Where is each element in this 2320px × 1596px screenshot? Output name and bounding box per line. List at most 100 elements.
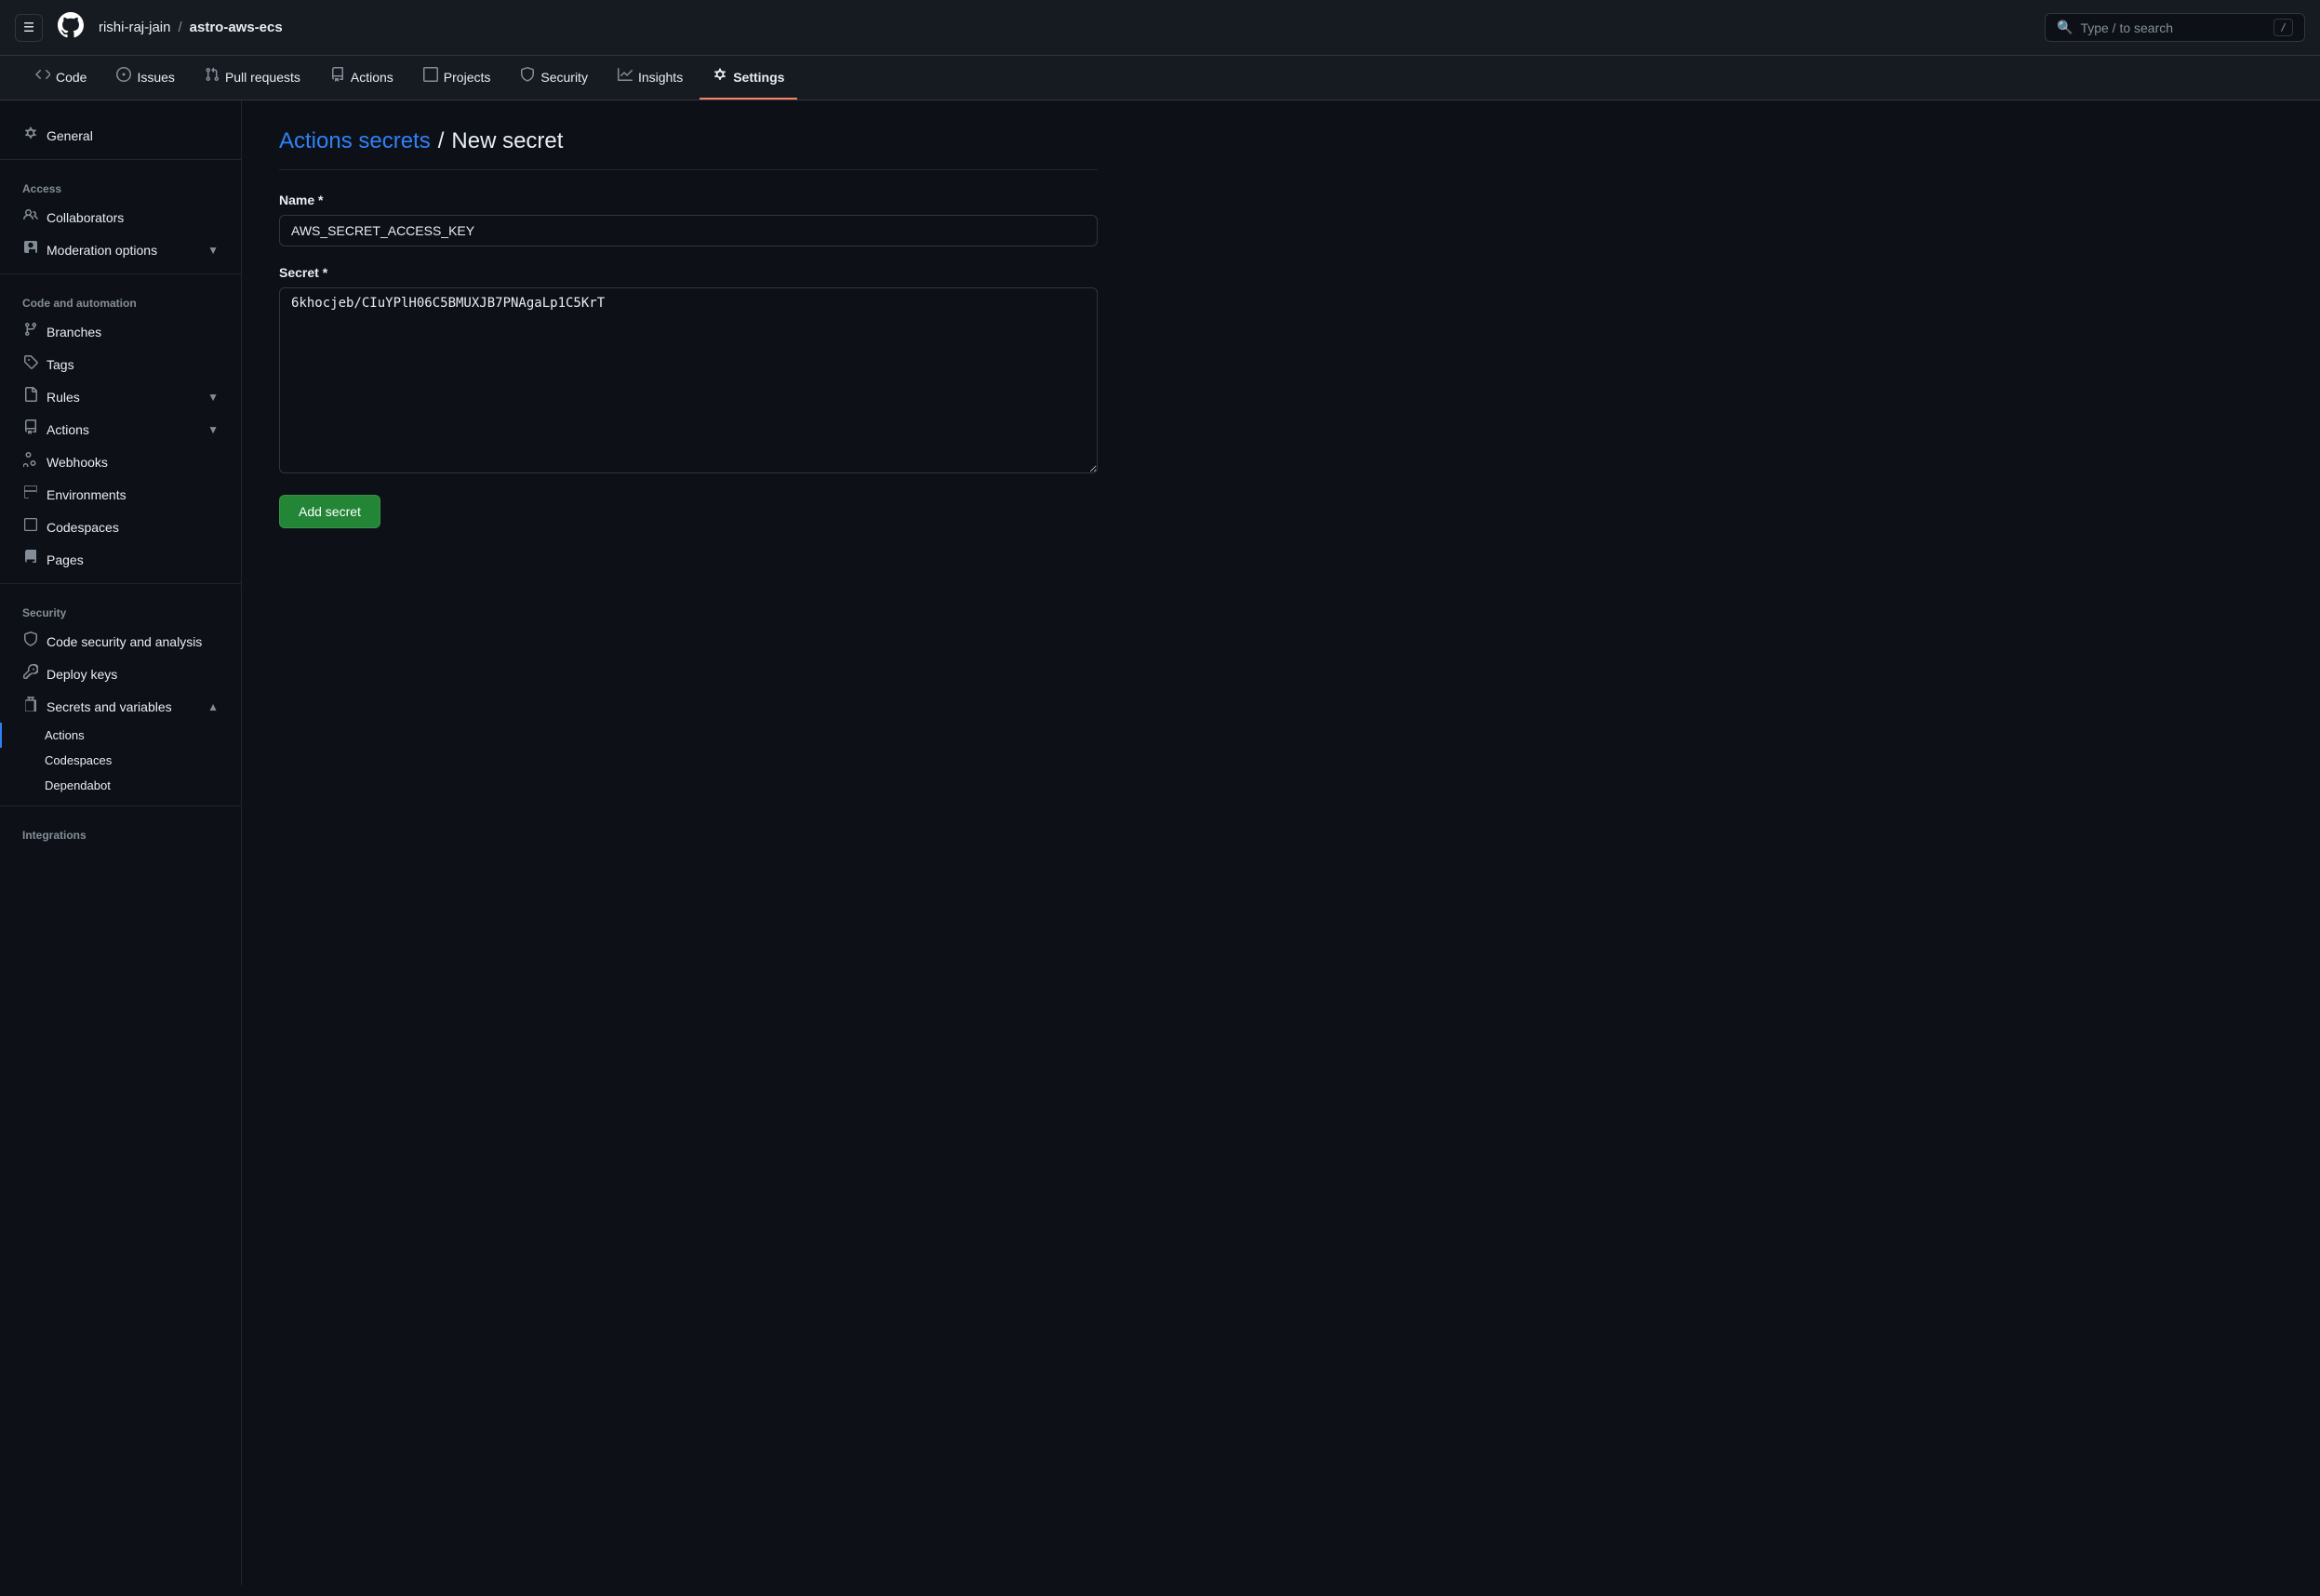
sidebar-sub-dependabot[interactable]: Dependabot (0, 773, 241, 798)
tab-projects-label: Projects (444, 70, 491, 85)
sidebar-item-tags[interactable]: Tags (0, 348, 241, 380)
sidebar-sub-codespaces-label: Codespaces (45, 753, 112, 767)
tab-pulls[interactable]: Pull requests (192, 56, 313, 100)
search-bar[interactable]: 🔍 Type / to search / (2045, 13, 2305, 42)
moderation-chevron: ▼ (207, 244, 219, 257)
page-title: New secret (451, 128, 563, 154)
github-logo (58, 12, 84, 44)
repo-nav: Code Issues Pull requests Actions Projec… (0, 56, 2320, 100)
sidebar-item-environments[interactable]: Environments (0, 478, 241, 511)
page-header: Actions secrets / New secret (279, 128, 1098, 170)
settings-icon (713, 67, 727, 86)
sidebar-item-rules[interactable]: Rules ▼ (0, 380, 241, 413)
tab-actions[interactable]: Actions (317, 56, 407, 100)
secret-label: Secret * (279, 265, 1098, 280)
collaborators-label: Collaborators (47, 210, 219, 225)
deploy-keys-label: Deploy keys (47, 667, 219, 682)
tab-projects[interactable]: Projects (410, 56, 504, 100)
sidebar-item-codespaces[interactable]: Codespaces (0, 511, 241, 543)
branches-label: Branches (47, 325, 219, 339)
webhooks-label: Webhooks (47, 455, 219, 470)
collaborators-icon (22, 207, 39, 227)
rules-icon (22, 387, 39, 406)
secrets-variables-label: Secrets and variables (47, 699, 200, 714)
actions-icon (330, 67, 345, 86)
tab-security-label: Security (540, 70, 588, 85)
add-secret-button[interactable]: Add secret (279, 495, 380, 528)
sidebar-sub-actions-label: Actions (45, 728, 85, 742)
sidebar-item-actions[interactable]: Actions ▼ (0, 413, 241, 446)
sidebar-divider-2 (0, 273, 241, 274)
sidebar-sub-codespaces[interactable]: Codespaces (0, 748, 241, 773)
security-icon (520, 67, 535, 86)
sidebar-sub-actions[interactable]: Actions (0, 723, 241, 748)
search-placeholder: Type / to search (2080, 20, 2173, 35)
breadcrumb-user[interactable]: rishi-raj-jain (99, 20, 171, 35)
top-nav: ☰ rishi-raj-jain / astro-aws-ecs 🔍 Type … (0, 0, 2320, 56)
issues-icon (116, 67, 131, 86)
tab-pulls-label: Pull requests (225, 70, 300, 85)
breadcrumb-repo[interactable]: astro-aws-ecs (190, 20, 283, 35)
actions-sidebar-icon (22, 419, 39, 439)
actions-sidebar-label: Actions (47, 422, 200, 437)
projects-icon (423, 67, 438, 86)
deploy-keys-icon (22, 664, 39, 684)
search-icon: 🔍 (2057, 20, 2073, 35)
sidebar-item-code-security[interactable]: Code security and analysis (0, 625, 241, 658)
general-icon (22, 126, 39, 145)
sidebar: General Access Collaborators Moderation … (0, 100, 242, 1585)
sidebar-item-secrets-variables[interactable]: Secrets and variables ▲ (0, 690, 241, 723)
tab-issues[interactable]: Issues (103, 56, 187, 100)
sidebar-section-code-automation: Code and automation (0, 282, 241, 315)
codespaces-label: Codespaces (47, 520, 219, 535)
tab-security[interactable]: Security (507, 56, 601, 100)
sidebar-divider-4 (0, 805, 241, 806)
sidebar-item-deploy-keys[interactable]: Deploy keys (0, 658, 241, 690)
sidebar-item-webhooks[interactable]: Webhooks (0, 446, 241, 478)
sidebar-item-general[interactable]: General (0, 119, 241, 152)
tab-settings[interactable]: Settings (700, 56, 797, 100)
tab-code[interactable]: Code (22, 56, 100, 100)
tab-code-label: Code (56, 70, 87, 85)
code-icon (35, 67, 50, 86)
tab-insights[interactable]: Insights (605, 56, 696, 100)
pages-icon (22, 550, 39, 569)
tab-settings-label: Settings (733, 70, 784, 85)
webhooks-icon (22, 452, 39, 472)
sidebar-section-access: Access (0, 167, 241, 201)
hamburger-icon: ☰ (23, 20, 34, 35)
moderation-icon (22, 240, 39, 259)
code-security-label: Code security and analysis (47, 634, 219, 649)
rules-label: Rules (47, 390, 200, 405)
search-kbd: / (2273, 19, 2293, 36)
secret-group: Secret * 6khocjeb/CIuYPlH06C5BMUXJB7PNAg… (279, 265, 1098, 476)
secrets-icon (22, 697, 39, 716)
hamburger-button[interactable]: ☰ (15, 14, 43, 42)
sidebar-item-collaborators[interactable]: Collaborators (0, 201, 241, 233)
sidebar-item-moderation[interactable]: Moderation options ▼ (0, 233, 241, 266)
actions-chevron: ▼ (207, 423, 219, 436)
tags-icon (22, 354, 39, 374)
sidebar-sub-dependabot-label: Dependabot (45, 778, 111, 792)
insights-icon (618, 67, 633, 86)
name-input[interactable] (279, 215, 1098, 246)
pulls-icon (205, 67, 220, 86)
breadcrumb: rishi-raj-jain / astro-aws-ecs (99, 20, 283, 35)
secrets-chevron: ▲ (207, 700, 219, 713)
secret-textarea[interactable]: 6khocjeb/CIuYPlH06C5BMUXJB7PNAgaLp1C5KrT (279, 287, 1098, 473)
tags-label: Tags (47, 357, 219, 372)
name-label: Name * (279, 193, 1098, 207)
branches-icon (22, 322, 39, 341)
main-content: Actions secrets / New secret Name * Secr… (242, 100, 1135, 1585)
pages-label: Pages (47, 552, 219, 567)
main-layout: General Access Collaborators Moderation … (0, 100, 2320, 1585)
sidebar-item-branches[interactable]: Branches (0, 315, 241, 348)
sidebar-item-pages[interactable]: Pages (0, 543, 241, 576)
tab-issues-label: Issues (137, 70, 174, 85)
environments-label: Environments (47, 487, 219, 502)
codespaces-icon (22, 517, 39, 537)
tab-actions-label: Actions (351, 70, 393, 85)
sidebar-section-security: Security (0, 592, 241, 625)
rules-chevron: ▼ (207, 391, 219, 404)
breadcrumb-link[interactable]: Actions secrets (279, 128, 431, 154)
